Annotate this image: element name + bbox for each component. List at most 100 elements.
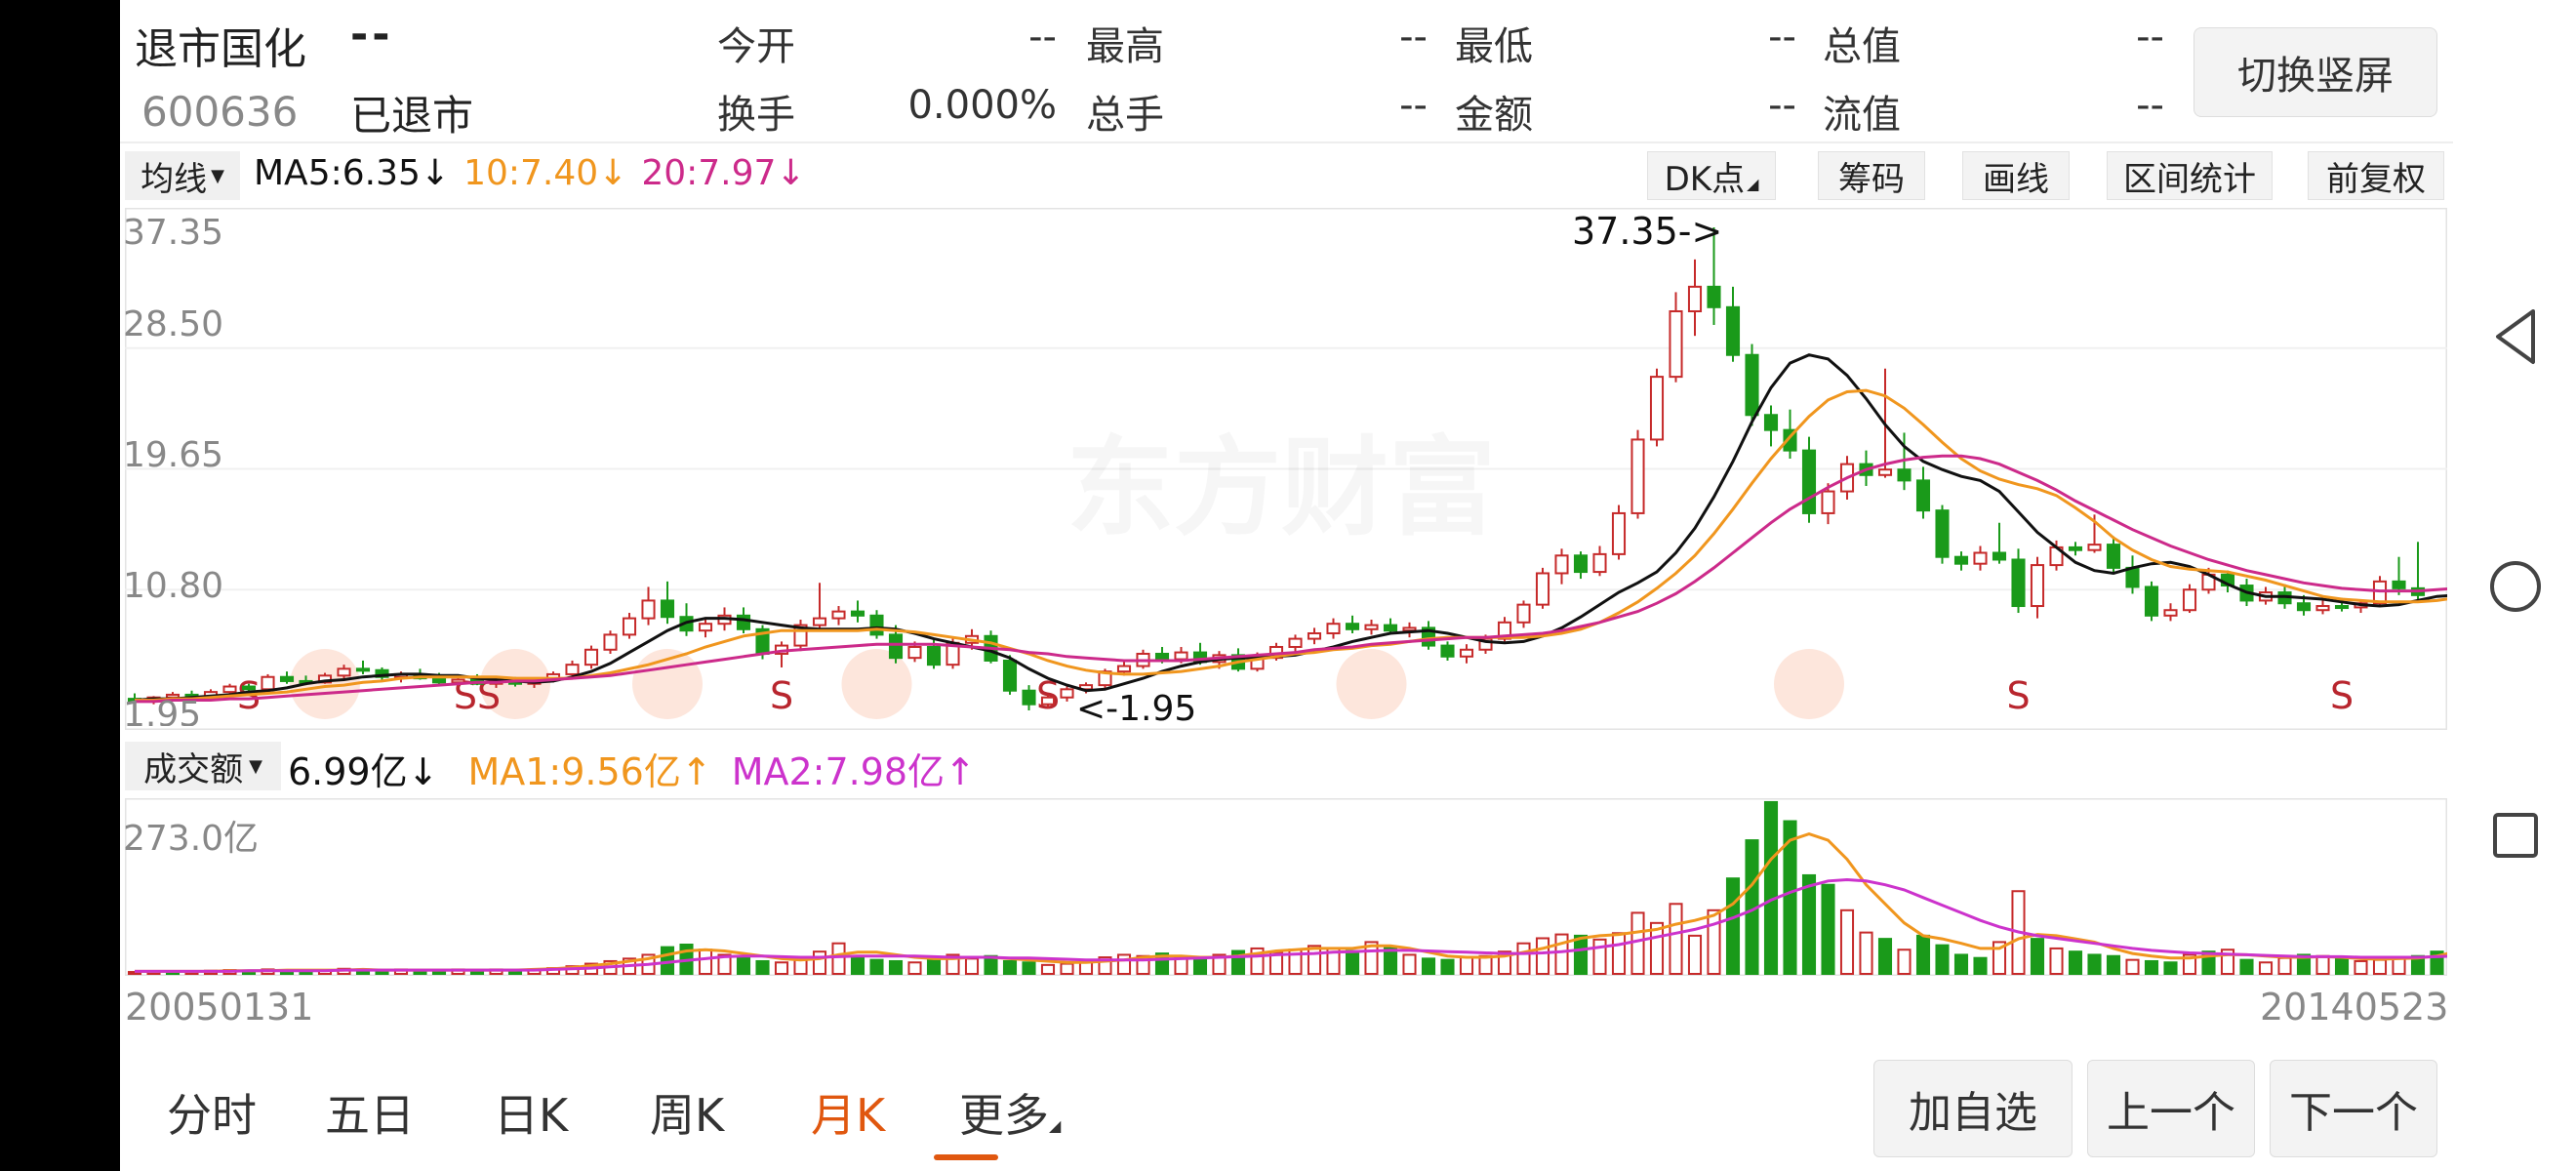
candle-body xyxy=(431,677,447,684)
candle-body xyxy=(1154,652,1170,661)
ma20-down-arrow-icon: ↓ xyxy=(776,153,806,193)
volume-ma1-legend: MA1:9.56亿 xyxy=(467,750,681,793)
next-stock-button[interactable]: 下一个 xyxy=(2270,1060,2437,1157)
candle xyxy=(1345,615,1360,633)
tab-monthly-k[interactable]: 月K xyxy=(811,1080,885,1145)
volume-bar xyxy=(2354,959,2368,975)
candle-body xyxy=(1897,468,1912,482)
candle-body xyxy=(2068,545,2083,551)
volume-bar xyxy=(1516,942,1531,975)
candle xyxy=(850,600,865,623)
candle xyxy=(584,645,599,669)
candle-body xyxy=(1707,285,1721,308)
header-divider xyxy=(120,141,2453,143)
signal-mark: S xyxy=(2330,674,2354,717)
candle-body xyxy=(926,645,942,666)
candle xyxy=(1326,618,1341,639)
volume-bar xyxy=(2068,950,2083,976)
volume-bar xyxy=(1687,934,1703,975)
candle-body xyxy=(2144,586,2159,617)
candle xyxy=(375,666,389,680)
volume-bar xyxy=(1060,962,1074,975)
candle-body xyxy=(241,685,257,691)
candle xyxy=(2011,548,2026,614)
volume-bar xyxy=(1763,800,1779,976)
volume-bar xyxy=(812,950,827,976)
candle-body xyxy=(1992,551,2007,561)
candle-body xyxy=(1116,665,1132,673)
volume-bar xyxy=(2144,959,2159,975)
ma-selector-label: 均线 xyxy=(141,159,208,199)
volume-y-max: 273.0亿 xyxy=(123,819,260,859)
volume-bar xyxy=(1554,933,1569,975)
tab-daily-k[interactable]: 日K xyxy=(494,1080,568,1145)
candle xyxy=(1535,567,1550,609)
volume-bar xyxy=(1935,944,1950,976)
candle xyxy=(1554,548,1569,585)
corner-triangle-icon: ◢ xyxy=(1049,1116,1062,1135)
candle-body xyxy=(869,614,884,636)
recents-icon[interactable] xyxy=(2492,812,2539,859)
volume-selector-label: 成交额 xyxy=(143,749,244,789)
volume-bar xyxy=(1725,877,1741,975)
candle xyxy=(1364,620,1379,635)
y-tick-1-95: 1.95 xyxy=(123,695,202,726)
volume-value: 6.99亿 xyxy=(288,750,408,793)
candle-body xyxy=(1535,572,1550,606)
candle-body xyxy=(660,599,675,619)
candle-body xyxy=(2030,564,2045,608)
chips-button[interactable]: 筹码 xyxy=(1818,151,1925,200)
candle xyxy=(2315,600,2330,615)
high-price-marker: 37.35-> xyxy=(1572,210,1723,253)
previous-stock-button[interactable]: 上一个 xyxy=(2087,1060,2255,1157)
signal-mark: S xyxy=(2006,674,2030,717)
ma-selector[interactable]: 均线 ▼ xyxy=(125,151,240,200)
tab-more[interactable]: 更多◢ xyxy=(959,1080,1061,1145)
candle xyxy=(1953,551,1969,571)
volume-chart[interactable] xyxy=(125,798,2447,976)
candle-body xyxy=(2163,609,2178,617)
volume-bar xyxy=(926,958,942,975)
candle-body xyxy=(1763,414,1779,431)
volume-selector[interactable]: 成交额 ▼ xyxy=(125,742,281,790)
volume-bar xyxy=(2087,953,2102,975)
candle xyxy=(1230,648,1246,672)
candle-body xyxy=(1725,305,1741,356)
volume-bar xyxy=(1040,963,1056,976)
candle-body xyxy=(622,617,637,636)
candle-body xyxy=(1174,651,1188,661)
stat-label-turnover: 换手 xyxy=(717,93,795,138)
tab-weekly-k[interactable]: 周K xyxy=(650,1080,724,1145)
range-stats-button[interactable]: 区间统计 xyxy=(2107,151,2273,200)
tab-intraday[interactable]: 分时 xyxy=(167,1080,257,1145)
candle xyxy=(1459,644,1474,664)
home-icon[interactable] xyxy=(2488,559,2543,614)
candle-body xyxy=(261,675,275,691)
volume-bar xyxy=(1897,949,1912,976)
volume-bar xyxy=(755,959,770,975)
candle-body xyxy=(641,599,656,620)
draw-line-button[interactable]: 画线 xyxy=(1962,151,2070,200)
stat-value-open: -- xyxy=(1028,15,1057,60)
back-icon[interactable] xyxy=(2492,307,2539,366)
y-tick-19-65: 19.65 xyxy=(123,435,224,475)
candle xyxy=(2068,542,2083,556)
stat-label-open: 今开 xyxy=(717,24,795,69)
volume-bar xyxy=(1611,932,1627,975)
corner-triangle-icon: ◢ xyxy=(1747,175,1759,193)
stat-label-float-cap: 流值 xyxy=(1823,93,1901,138)
candle-body xyxy=(1935,509,1950,558)
add-watchlist-button[interactable]: 加自选 xyxy=(1873,1060,2073,1157)
candle xyxy=(1440,641,1455,661)
signal-highlight xyxy=(1336,649,1407,719)
tab-five-day[interactable]: 五日 xyxy=(325,1080,415,1145)
candle xyxy=(1421,621,1436,650)
stock-code: 600636 xyxy=(141,88,299,136)
candle xyxy=(698,618,713,638)
ma5-legend: MA5:6.35 xyxy=(254,153,421,193)
switch-portrait-button[interactable]: 切换竖屏 xyxy=(2194,27,2437,117)
candle xyxy=(1763,405,1779,447)
dk-point-button[interactable]: DK点 ◢ xyxy=(1647,151,1776,200)
forward-adjust-button[interactable]: 前复权 xyxy=(2308,151,2444,200)
volume-bar xyxy=(1573,934,1589,975)
